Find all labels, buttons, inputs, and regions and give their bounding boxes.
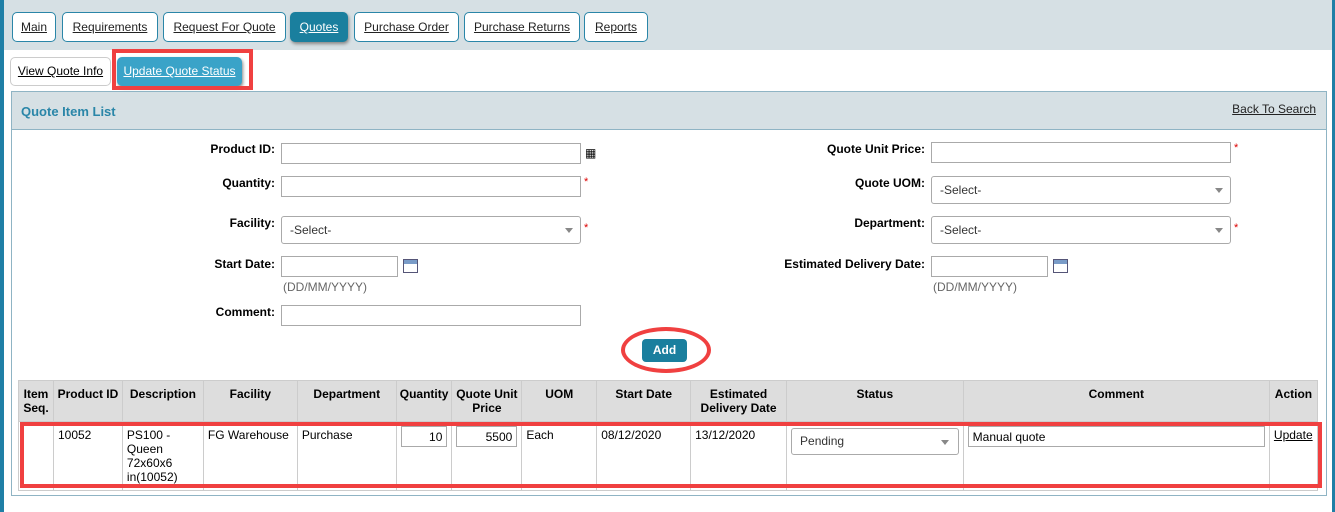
table-header-row: Item Seq. Product ID Description Facilit… [18, 380, 1319, 422]
tab-quotes[interactable]: Quotes [290, 12, 348, 42]
uom-select[interactable]: -Select- [931, 176, 1231, 204]
product-id-label: Product ID: [210, 142, 275, 156]
facility-select[interactable]: -Select- [281, 216, 581, 244]
col-header: Quote Unit Price [451, 380, 523, 422]
col-header: Status [786, 380, 964, 422]
date-format-hint: (DD/MM/YYYY) [933, 280, 1017, 294]
required-mark: * [584, 176, 589, 188]
tab-main[interactable]: Main [12, 12, 56, 42]
col-header: Start Date [596, 380, 692, 422]
calendar-icon[interactable] [1053, 259, 1068, 273]
department-value: -Select- [940, 223, 982, 237]
back-to-search-link[interactable]: Back To Search [1232, 102, 1316, 116]
facility-label: Facility: [229, 216, 275, 230]
uom-value: -Select- [940, 183, 982, 197]
required-mark: * [1234, 222, 1239, 234]
col-header: Description [121, 380, 204, 422]
highlight-box [20, 422, 1322, 488]
department-select[interactable]: -Select- [931, 216, 1231, 244]
col-header: Estimated Delivery Date [690, 380, 788, 422]
chevron-down-icon [1215, 228, 1223, 233]
highlight-ellipse [621, 327, 711, 373]
required-mark: * [1234, 142, 1239, 154]
col-header: Product ID [52, 380, 123, 422]
col-header: Item Seq. [18, 380, 54, 422]
col-header: Department [296, 380, 397, 422]
col-header: UOM [521, 380, 598, 422]
department-label: Department: [854, 216, 925, 230]
col-header: Comment [962, 380, 1270, 422]
required-mark: * [584, 222, 589, 234]
est-delivery-input[interactable] [931, 256, 1048, 277]
lookup-icon[interactable]: ▦ [585, 146, 596, 160]
tab-reports[interactable]: Reports [584, 12, 648, 42]
tab-request-for-quote[interactable]: Request For Quote [163, 12, 286, 42]
unit-price-input[interactable] [931, 142, 1231, 163]
comment-label: Comment: [215, 305, 275, 319]
uom-label: Quote UOM: [855, 176, 925, 190]
tab-purchase-returns[interactable]: Purchase Returns [464, 12, 580, 42]
product-id-input[interactable] [281, 143, 581, 164]
chevron-down-icon [565, 228, 573, 233]
est-delivery-label: Estimated Delivery Date: [784, 257, 925, 271]
panel-title: Quote Item List [21, 104, 116, 119]
chevron-down-icon [1215, 188, 1223, 193]
panel-header: Quote Item List Back To Search [12, 92, 1326, 130]
highlight-box [112, 49, 253, 90]
quantity-label: Quantity: [222, 176, 275, 190]
tab-requirements[interactable]: Requirements [62, 12, 158, 42]
start-date-label: Start Date: [214, 257, 275, 271]
col-header: Quantity [395, 380, 453, 422]
subtab-view-quote-info[interactable]: View Quote Info [10, 57, 111, 86]
date-format-hint: (DD/MM/YYYY) [283, 280, 367, 294]
unit-price-label: Quote Unit Price: [826, 142, 925, 156]
tab-purchase-order[interactable]: Purchase Order [354, 12, 459, 42]
start-date-input[interactable] [281, 256, 398, 277]
col-header: Action [1268, 380, 1319, 422]
quantity-input[interactable] [281, 176, 581, 197]
calendar-icon[interactable] [403, 259, 418, 273]
window-border-left [0, 0, 4, 512]
col-header: Facility [202, 380, 298, 422]
facility-value: -Select- [290, 223, 332, 237]
comment-input[interactable] [281, 305, 581, 326]
